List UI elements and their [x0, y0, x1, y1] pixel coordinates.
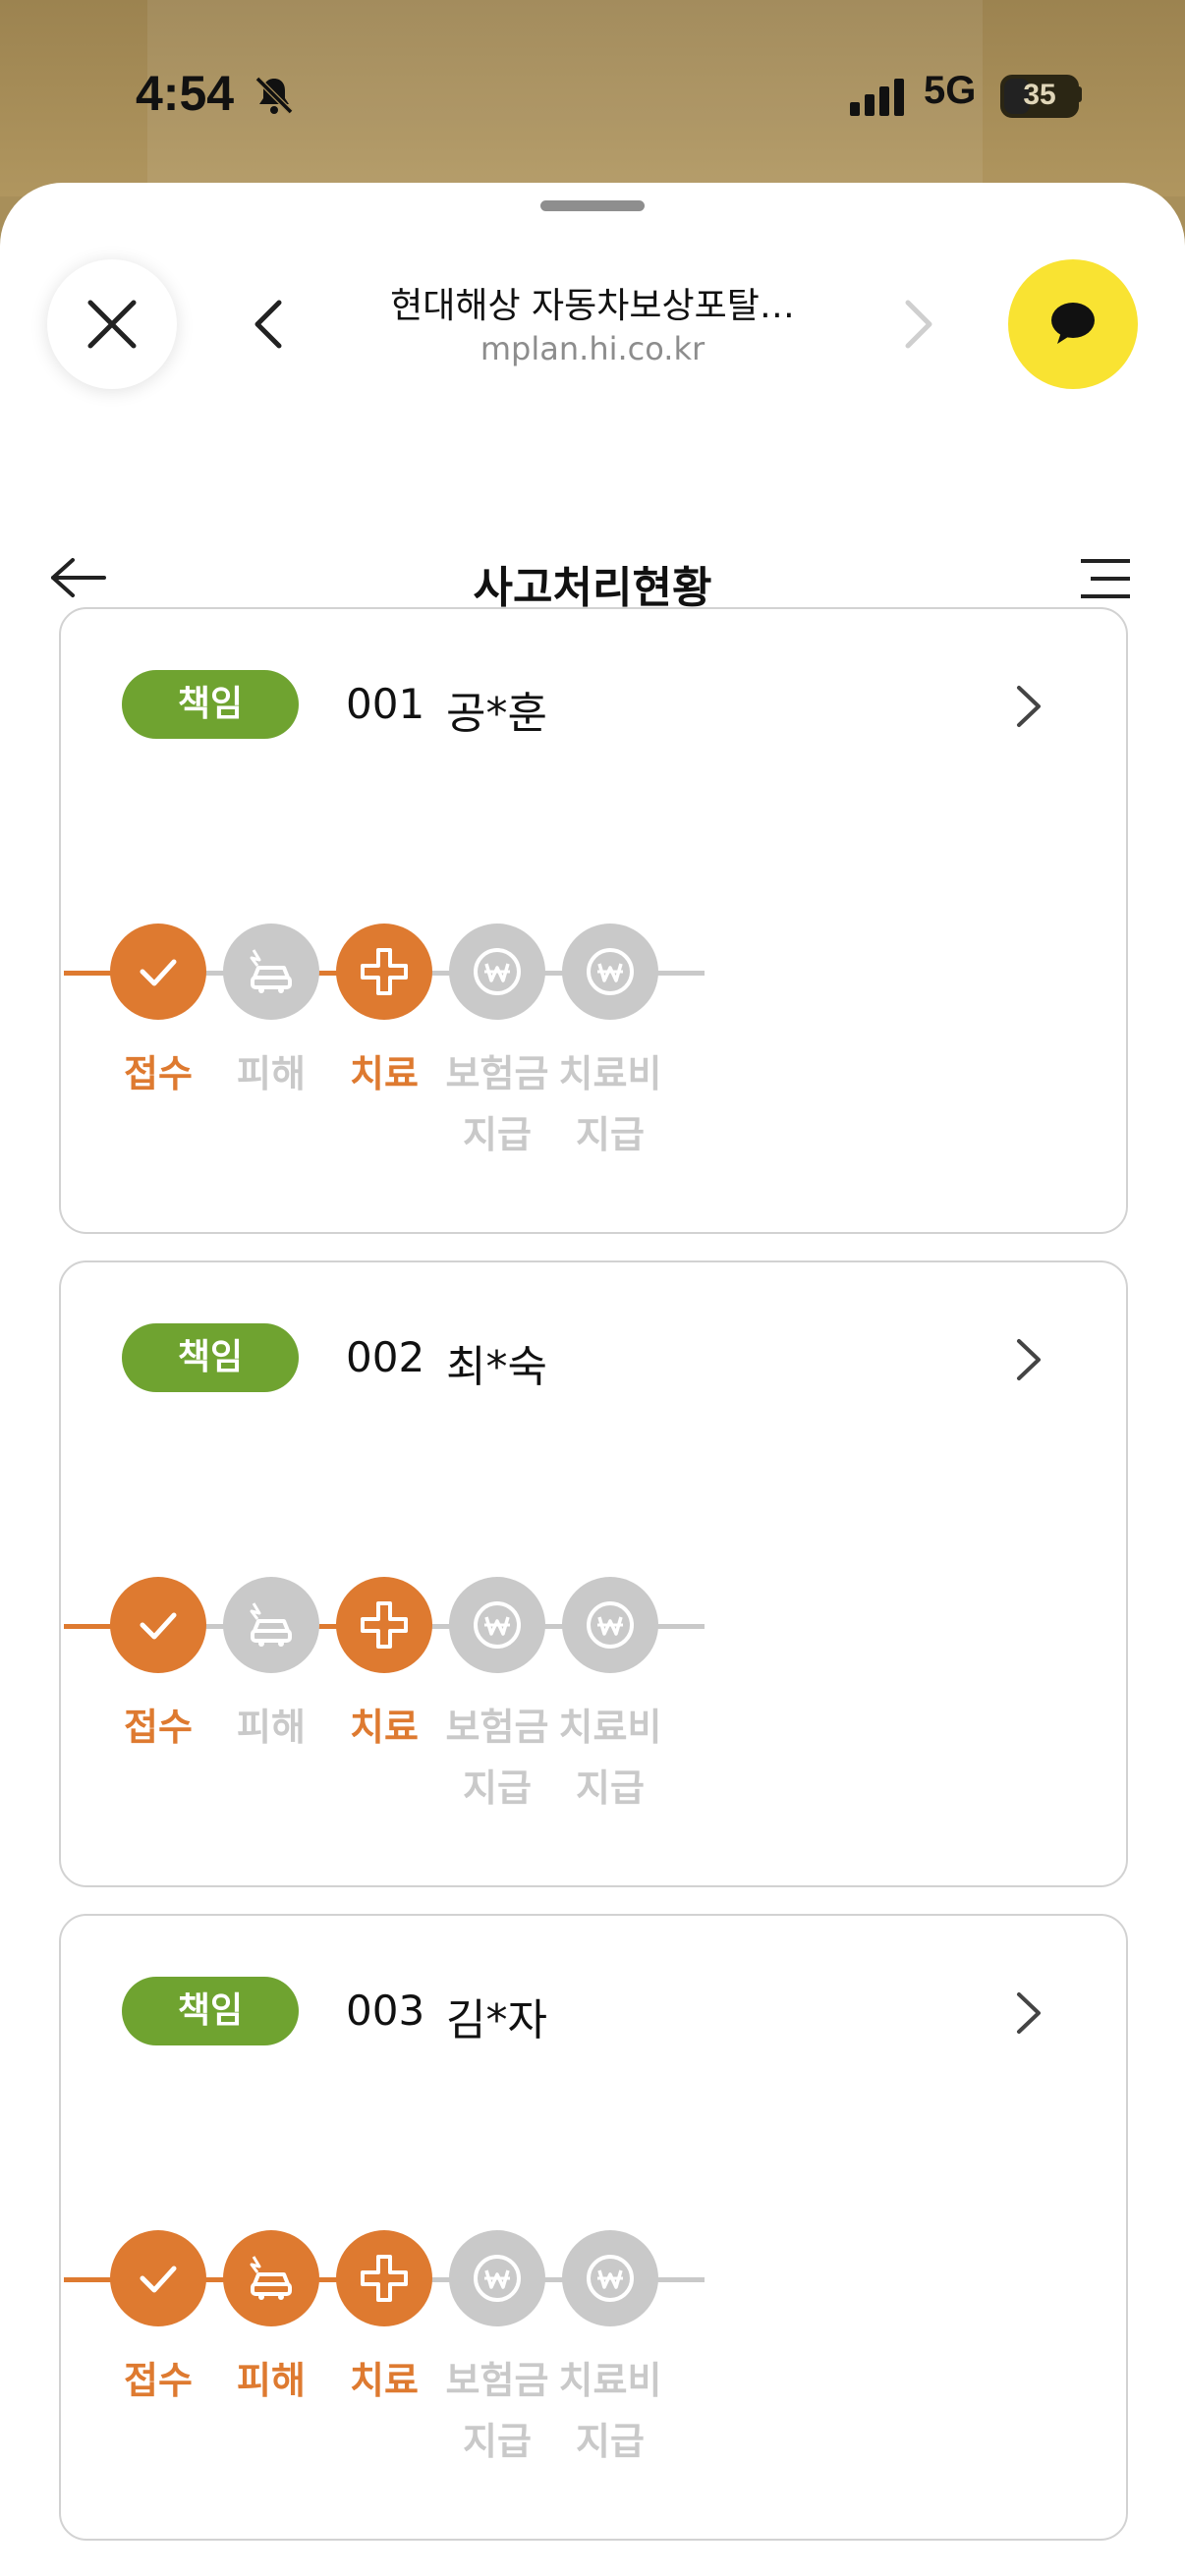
claim-card[interactable]: 책임 003 김*자 접수 피해 치료 보험금 지급 치료비 지급	[59, 1914, 1128, 2541]
chevron-right-icon[interactable]	[1014, 1337, 1044, 1382]
browser-back-icon[interactable]	[246, 297, 291, 352]
step-node	[449, 2230, 545, 2326]
claim-number: 002	[346, 1333, 425, 1381]
battery-icon: 35	[1000, 75, 1079, 118]
step-node	[562, 924, 658, 1020]
close-icon	[87, 300, 137, 349]
cellular-signal-icon	[850, 77, 909, 116]
step-node	[110, 2230, 206, 2326]
step-node	[223, 1577, 319, 1673]
network-type: 5G	[924, 69, 977, 112]
claim-number: 003	[346, 1987, 425, 2035]
step-node	[110, 1577, 206, 1673]
page-title: 사고처리현황	[473, 563, 712, 613]
site-title: 현대해상 자동차보상포탈…	[390, 286, 795, 326]
browser-forward-icon[interactable]	[896, 297, 941, 352]
step-node	[223, 924, 319, 1020]
kakao-chat-button[interactable]	[1008, 259, 1138, 389]
liability-badge: 책임	[122, 670, 299, 739]
step-node	[562, 2230, 658, 2326]
step-node	[449, 924, 545, 1020]
claimant-name: 최*숙	[446, 1342, 547, 1392]
page-header: 사고처리현황	[0, 458, 1185, 615]
claimant-name: 공*훈	[446, 689, 547, 739]
step-label: 치료비 지급	[558, 1052, 662, 1156]
claim-card[interactable]: 책임 002 최*숙 접수 피해 치료 보험금 지급 치료비 지급	[59, 1260, 1128, 1887]
step-node	[223, 2230, 319, 2326]
liability-badge: 책임	[122, 1977, 299, 2045]
step-node	[449, 1577, 545, 1673]
step-node	[336, 2230, 432, 2326]
liability-badge: 책임	[122, 1323, 299, 1392]
chat-bubble-icon	[1051, 303, 1095, 344]
step-node	[562, 1577, 658, 1673]
chevron-right-icon[interactable]	[1014, 1990, 1044, 2036]
sheet-grabber[interactable]	[540, 200, 645, 211]
site-url: mplan.hi.co.kr	[480, 330, 705, 367]
battery-tip	[1077, 86, 1082, 102]
claim-card[interactable]: 책임 001 공*훈 접수 피해 치료 보험금 지급 치료비 지급	[59, 607, 1128, 1234]
bell-slash-icon	[254, 76, 294, 115]
claim-number: 001	[346, 680, 425, 728]
step-node	[336, 1577, 432, 1673]
chevron-right-icon[interactable]	[1014, 684, 1044, 729]
status-bar: 4:54 5G 35	[0, 0, 1185, 187]
close-button[interactable]	[47, 259, 177, 389]
menu-icon[interactable]	[1079, 558, 1132, 599]
step-label: 치료비 지급	[558, 2359, 662, 2463]
battery-level: 35	[1023, 79, 1056, 111]
step-label: 치료비 지급	[558, 1706, 662, 1810]
step-node	[110, 924, 206, 1020]
status-time: 4:54	[136, 66, 235, 121]
browser-sheet: 현대해상 자동차보상포탈… mplan.hi.co.kr 사고처리현황 책임 00…	[0, 183, 1185, 2576]
claimant-name: 김*자	[446, 1995, 547, 2045]
step-node	[336, 924, 432, 1020]
